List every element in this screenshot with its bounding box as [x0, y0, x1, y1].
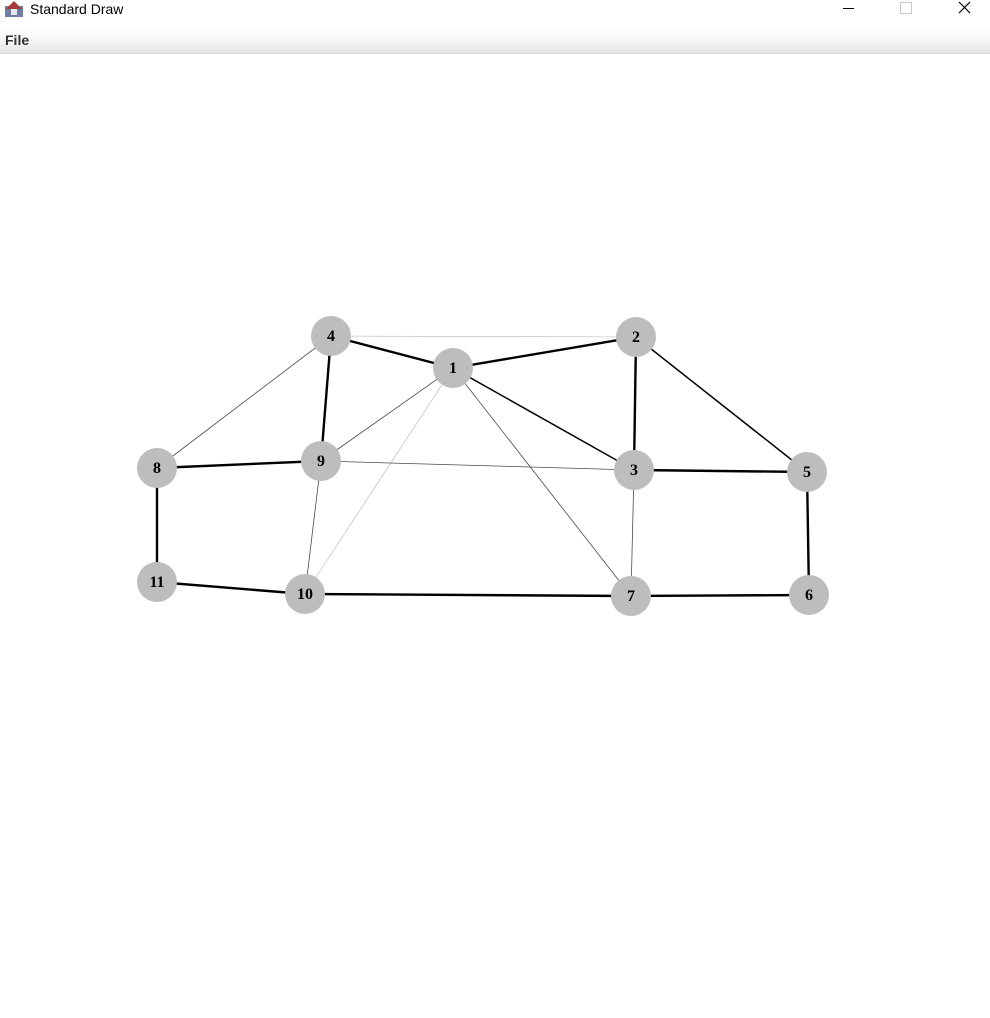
maximize-icon: [900, 2, 912, 14]
maximize-button[interactable]: [883, 0, 929, 20]
graph-drawing: 1 2 3 4 5 6 7 8 9 10 11: [137, 316, 829, 616]
node-label: 8: [153, 460, 161, 477]
edge-4-2: [330, 335, 637, 338]
edge-7-6: [630, 593, 810, 598]
graph-node-7: 7: [611, 576, 651, 616]
edge-4-8: [156, 335, 332, 469]
graph-node-1: 1: [433, 348, 473, 388]
graph-node-11: 11: [137, 562, 177, 602]
edge-8-9: [156, 459, 322, 470]
menu-bar: File: [0, 28, 990, 54]
node-label: 2: [632, 329, 640, 346]
minimize-icon: [843, 8, 854, 9]
close-button[interactable]: [942, 0, 988, 20]
menu-file[interactable]: File: [4, 32, 30, 48]
graph-node-4: 4: [311, 316, 351, 356]
node-label: 11: [149, 574, 164, 591]
edge-1-7: [452, 367, 632, 597]
edge-2-5: [635, 336, 808, 473]
title-bar: Standard Draw: [0, 0, 990, 20]
edge-9-10: [304, 460, 322, 595]
edge-1-2: [452, 335, 637, 370]
edge-3-5: [633, 468, 808, 474]
graph-node-2: 2: [616, 317, 656, 357]
edge-9-3: [320, 460, 635, 471]
graph-node-9: 9: [301, 441, 341, 481]
node-label: 1: [449, 360, 457, 377]
graph-node-10: 10: [285, 574, 325, 614]
graph-node-3: 3: [614, 450, 654, 490]
edge-1-10: [304, 367, 454, 595]
node-label: 3: [630, 462, 638, 479]
app-icon: [5, 1, 23, 17]
node-label: 9: [317, 453, 325, 470]
drawing-canvas: 1 2 3 4 5 6 7 8 9 10 11: [0, 55, 990, 1018]
edge-1-9: [320, 367, 454, 462]
node-label: 7: [627, 588, 635, 605]
minimize-button[interactable]: [826, 0, 872, 20]
edge-11-10: [156, 580, 306, 596]
node-label: 5: [803, 464, 811, 481]
graph-node-5: 5: [787, 452, 827, 492]
node-label: 4: [327, 328, 335, 345]
node-label: 6: [805, 587, 813, 604]
window-title: Standard Draw: [30, 1, 124, 17]
graph-node-8: 8: [137, 448, 177, 488]
edge-10-7: [304, 592, 632, 598]
edge-1-3: [452, 367, 635, 471]
node-label: 10: [297, 586, 313, 603]
graph-node-6: 6: [789, 575, 829, 615]
close-icon: [958, 1, 971, 14]
